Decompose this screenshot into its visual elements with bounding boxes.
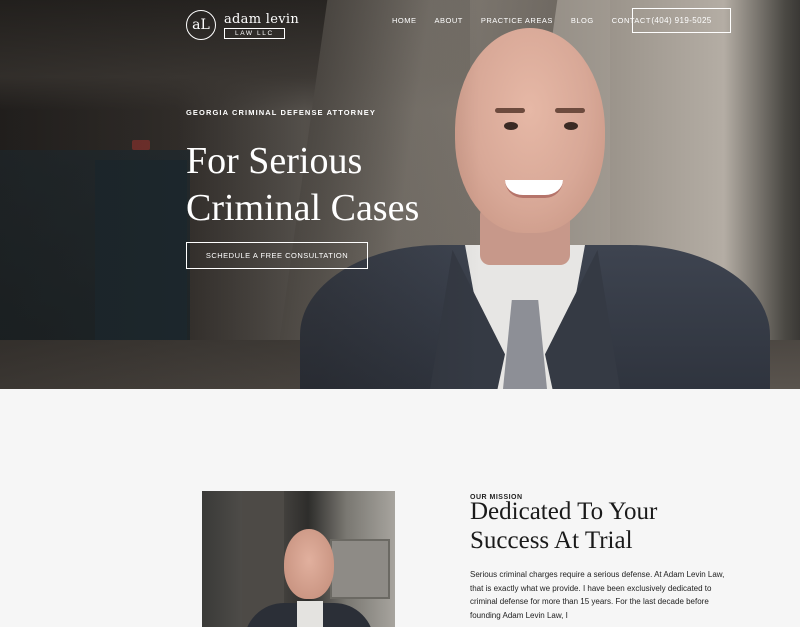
schedule-consultation-button[interactable]: SCHEDULE A FREE CONSULTATION (186, 242, 368, 269)
hero-title-line-1: For Serious (186, 140, 363, 182)
mission-title-line-1: Dedicated To Your (470, 498, 658, 525)
logo-monogram-icon: aL (186, 10, 216, 40)
mission-title-line-2: Success At Trial (470, 527, 633, 554)
mission-body-text: Serious criminal charges require a serio… (470, 570, 725, 620)
mission-attorney-photo (202, 491, 395, 627)
photo-head (284, 529, 334, 599)
nav-blog[interactable]: BLOG (571, 16, 594, 25)
nav-home[interactable]: HOME (392, 16, 417, 25)
logo-name: adam levin (224, 11, 300, 27)
mission-title: Dedicated To Your Success At Trial (470, 497, 730, 555)
site-logo[interactable]: aL adam levin LAW LLC (186, 10, 299, 40)
logo-text: adam levin LAW LLC (224, 12, 299, 39)
hero-title: For Serious Criminal Cases (186, 138, 486, 232)
nav-practice-areas[interactable]: PRACTICE AREAS (481, 16, 553, 25)
hero-eyebrow: GEORGIA CRIMINAL DEFENSE ATTORNEY (186, 108, 376, 117)
photo-window (330, 539, 390, 599)
photo-shirt (297, 601, 323, 627)
phone-button[interactable]: (404) 919-5025 (632, 8, 731, 33)
main-nav: HOME ABOUT PRACTICE AREAS BLOG CONTACT (392, 16, 651, 25)
logo-subtitle: LAW LLC (224, 27, 285, 39)
nav-about[interactable]: ABOUT (435, 16, 463, 25)
hero-title-line-2: Criminal Cases (186, 187, 420, 229)
